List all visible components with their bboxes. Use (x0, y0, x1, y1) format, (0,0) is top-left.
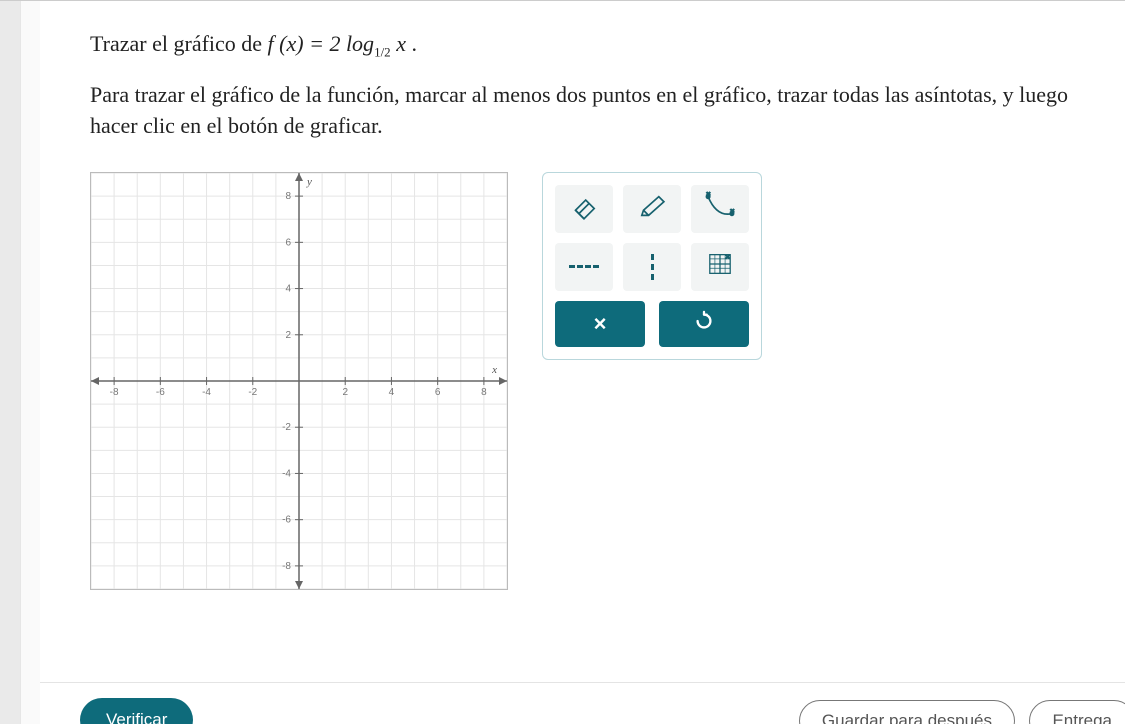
tool-row-1: ×× (555, 185, 749, 233)
toolbox: ×× × (542, 172, 762, 360)
grid-zoom-icon: × (703, 249, 737, 284)
svg-text:y: y (306, 176, 312, 188)
svg-text:6: 6 (435, 387, 441, 398)
horizontal-asymptote-tool[interactable] (555, 243, 613, 291)
svg-text:-6: -6 (156, 387, 165, 398)
svg-text:6: 6 (285, 237, 291, 248)
content-area: Trazar el gráfico de f (x) = 2 log1/2 x … (40, 1, 1125, 590)
vertical-asymptote-tool[interactable] (623, 243, 681, 291)
prompt-suffix: . (411, 31, 417, 56)
vline-icon (651, 254, 654, 280)
svg-text:-8: -8 (282, 561, 291, 572)
gutter-inner (20, 1, 40, 724)
svg-text:×: × (730, 208, 734, 215)
svg-text:×: × (706, 191, 710, 198)
work-area: -8 -6 -4 -2 2 4 6 8 -8 -6 -4 -2 2 4 6 8 y x (90, 172, 1125, 590)
undo-button[interactable] (659, 301, 749, 347)
svg-text:-4: -4 (202, 387, 211, 398)
svg-text:-2: -2 (282, 422, 291, 433)
left-gutter (0, 1, 40, 724)
formula: f (x) = 2 log1/2 x (268, 31, 412, 56)
svg-text:8: 8 (285, 191, 291, 202)
svg-text:8: 8 (481, 387, 487, 398)
curve-tool[interactable]: ×× (691, 185, 749, 233)
eraser-tool[interactable] (555, 185, 613, 233)
svg-text:-6: -6 (282, 515, 291, 526)
curve-icon: ×× (703, 191, 737, 226)
close-icon: × (594, 311, 607, 337)
question-text: Trazar el gráfico de f (x) = 2 log1/2 x … (90, 31, 1125, 60)
svg-text:-2: -2 (248, 387, 257, 398)
graph-canvas[interactable]: -8 -6 -4 -2 2 4 6 8 -8 -6 -4 -2 2 4 6 8 y x (90, 172, 508, 590)
bottom-bar: Verificar Guardar para después Entrega (40, 682, 1125, 724)
svg-text:4: 4 (389, 387, 395, 398)
prompt-prefix: Trazar el gráfico de (90, 31, 268, 56)
svg-text:×: × (725, 252, 730, 262)
save-later-button[interactable]: Guardar para después (799, 700, 1015, 724)
submit-button[interactable]: Entrega (1029, 700, 1125, 724)
svg-text:x: x (491, 364, 497, 376)
pencil-icon (635, 191, 669, 226)
undo-icon (693, 310, 715, 338)
instructions-text: Para trazar el gráfico de la función, ma… (90, 80, 1100, 142)
hline-icon (569, 265, 599, 268)
pencil-tool[interactable] (623, 185, 681, 233)
svg-text:2: 2 (342, 387, 348, 398)
tool-row-2: × (555, 243, 749, 291)
svg-text:-4: -4 (282, 468, 291, 479)
eraser-icon (567, 191, 601, 226)
verify-button[interactable]: Verificar (80, 698, 193, 724)
svg-text:4: 4 (285, 284, 291, 295)
svg-text:-8: -8 (110, 387, 119, 398)
svg-text:2: 2 (285, 330, 291, 341)
action-row: × (555, 301, 749, 347)
zoom-grid-tool[interactable]: × (691, 243, 749, 291)
clear-button[interactable]: × (555, 301, 645, 347)
